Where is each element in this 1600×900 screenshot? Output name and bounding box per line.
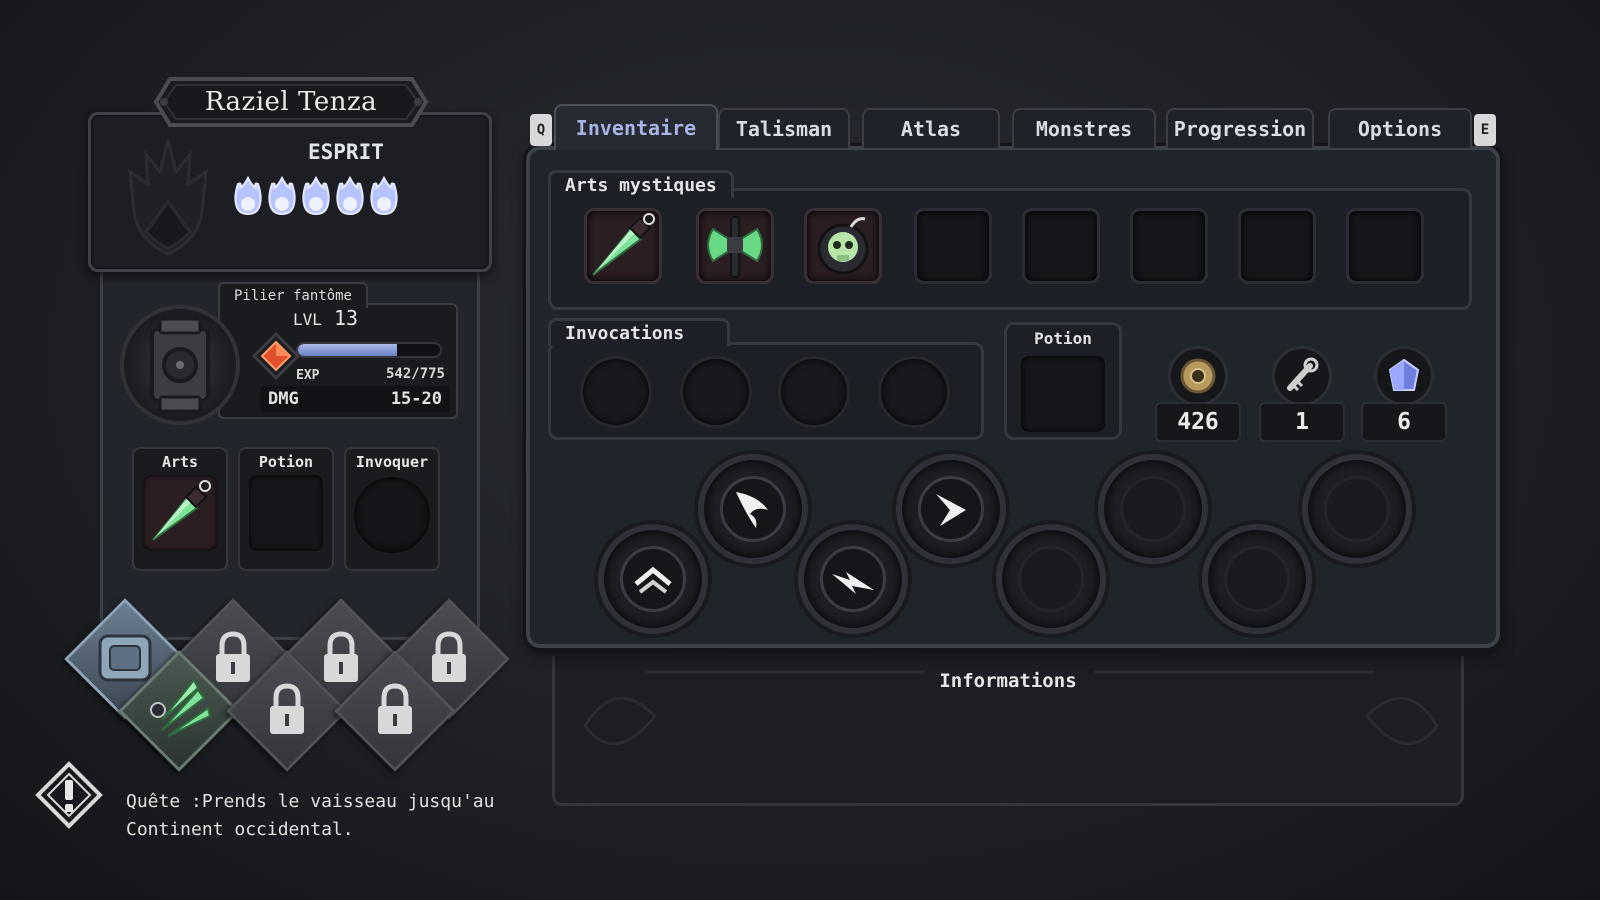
flame-icon <box>302 176 330 216</box>
character-name-plate: Raziel Tenza <box>150 73 432 131</box>
skull-bomb-icon <box>817 217 869 275</box>
resource-crystals: 6 <box>1360 346 1448 442</box>
relic-title: Pilier fantôme <box>218 282 368 308</box>
green-dagger-icon <box>152 480 211 541</box>
spirit-flames <box>234 176 398 216</box>
quest-alert-icon <box>35 761 103 829</box>
bone-key-icon <box>1272 346 1332 406</box>
green-dagger-icon <box>592 213 655 276</box>
skill-node-8-empty <box>1324 476 1390 542</box>
dmg-label: DMG <box>268 389 299 409</box>
relic-slot[interactable] <box>120 305 240 425</box>
skill-node-4[interactable] <box>896 454 1006 564</box>
invocations-title: Invocations <box>548 318 730 346</box>
green-daggers-talisman-icon <box>150 678 212 737</box>
tab-monstres[interactable]: Monstres <box>1012 108 1156 148</box>
arts-mystiques-title: Arts mystiques <box>548 170 734 198</box>
coins-value: 426 <box>1155 402 1241 442</box>
lock-icon <box>270 683 304 734</box>
art-slot-7[interactable] <box>1238 208 1316 284</box>
invocation-slot-4[interactable] <box>878 356 950 428</box>
skill-node-5-empty <box>1018 546 1084 612</box>
skill-node-8[interactable] <box>1302 454 1412 564</box>
flame-icon <box>336 176 364 216</box>
quick-slot-arts[interactable]: Arts <box>132 447 228 571</box>
dmg-value: 15-20 <box>390 389 442 409</box>
resource-coins: 426 <box>1154 346 1242 442</box>
talisman-slot-locked <box>226 650 348 772</box>
invocation-slot-3[interactable] <box>778 356 850 428</box>
art-slot-6[interactable] <box>1130 208 1208 284</box>
flame-icon <box>370 176 398 216</box>
equipped-art <box>143 475 217 551</box>
double-chevron-up-icon <box>620 546 686 612</box>
quest-line-1: Quête :Prends le vaisseau jusqu'au <box>126 791 495 812</box>
potion-title: Potion <box>1034 329 1092 348</box>
art-slot-5[interactable] <box>1022 208 1100 284</box>
exp-bar-fill <box>298 344 398 356</box>
tab-options[interactable]: Options <box>1328 108 1472 148</box>
invocation-slot-1[interactable] <box>580 356 652 428</box>
tab-atlas[interactable]: Atlas <box>862 108 1000 148</box>
exp-label: EXP <box>296 368 320 383</box>
crystal-icon <box>1374 346 1434 406</box>
skill-node-7[interactable] <box>1202 524 1312 634</box>
relic-level: LVL 13 <box>293 306 359 330</box>
talisman-slot-locked <box>334 650 456 772</box>
art-slot-8[interactable] <box>1346 208 1424 284</box>
crystals-value: 6 <box>1361 402 1447 442</box>
flame-icon <box>234 176 262 216</box>
tab-talisman[interactable]: Talisman <box>718 108 850 148</box>
tab-progression[interactable]: Progression <box>1166 108 1314 148</box>
quick-slot-invoke-empty <box>354 477 430 553</box>
potion-empty <box>1021 356 1105 432</box>
invocation-slot-2[interactable] <box>680 356 752 428</box>
quick-slot-arts-label: Arts <box>161 453 199 471</box>
skill-node-5[interactable] <box>996 524 1106 634</box>
exp-value: 542/775 <box>385 366 445 382</box>
arrow-turn-icon <box>918 476 984 542</box>
exp-bar <box>296 342 442 358</box>
skill-node-7-empty <box>1224 546 1290 612</box>
quick-slot-invoke[interactable]: Invoquer <box>344 447 440 571</box>
resource-keys: 1 <box>1258 346 1346 442</box>
quick-slot-invoke-label: Invoquer <box>355 453 429 471</box>
class-name: ESPRIT <box>308 140 384 164</box>
damage-row: DMG 15-20 <box>260 386 450 412</box>
art-slot-3[interactable] <box>804 208 882 284</box>
art-slot-4[interactable] <box>914 208 992 284</box>
phantom-pillar-icon <box>150 317 210 413</box>
quest-line-2: Continent occidental. <box>126 819 354 840</box>
talisman-slot-2[interactable] <box>118 650 240 772</box>
lightning-dash-icon <box>820 546 886 612</box>
information-title: Informations <box>939 670 1077 692</box>
lock-icon <box>378 683 412 734</box>
quick-slot-potion[interactable]: Potion <box>238 447 334 571</box>
tab-prev-key[interactable]: Q <box>530 114 552 146</box>
quick-slot-potion-label: Potion <box>258 453 314 471</box>
art-slot-2[interactable] <box>696 208 774 284</box>
quick-slot-potion-empty <box>249 475 323 551</box>
arts-mystiques-section <box>548 188 1472 310</box>
potion-slot[interactable]: Potion <box>1004 322 1122 440</box>
skill-node-3[interactable] <box>798 524 908 634</box>
tab-next-key[interactable]: E <box>1474 114 1496 146</box>
flame-icon <box>268 176 296 216</box>
skill-node-1[interactable] <box>598 524 708 634</box>
quest-text: Quête :Prends le vaisseau jusqu'au Conti… <box>126 788 546 844</box>
keys-value: 1 <box>1259 402 1345 442</box>
coin-icon <box>1168 346 1228 406</box>
skill-node-6-empty <box>1120 476 1186 542</box>
green-axe-icon <box>707 216 763 278</box>
skill-node-6[interactable] <box>1098 454 1208 564</box>
character-name: Raziel Tenza <box>204 87 378 117</box>
skill-node-2[interactable] <box>698 454 808 564</box>
wing-slash-icon <box>720 476 786 542</box>
tab-inventaire[interactable]: Inventaire <box>554 104 718 150</box>
spirit-class-icon <box>128 139 208 256</box>
fire-gem-icon <box>251 331 301 381</box>
art-slot-1[interactable] <box>584 208 662 284</box>
